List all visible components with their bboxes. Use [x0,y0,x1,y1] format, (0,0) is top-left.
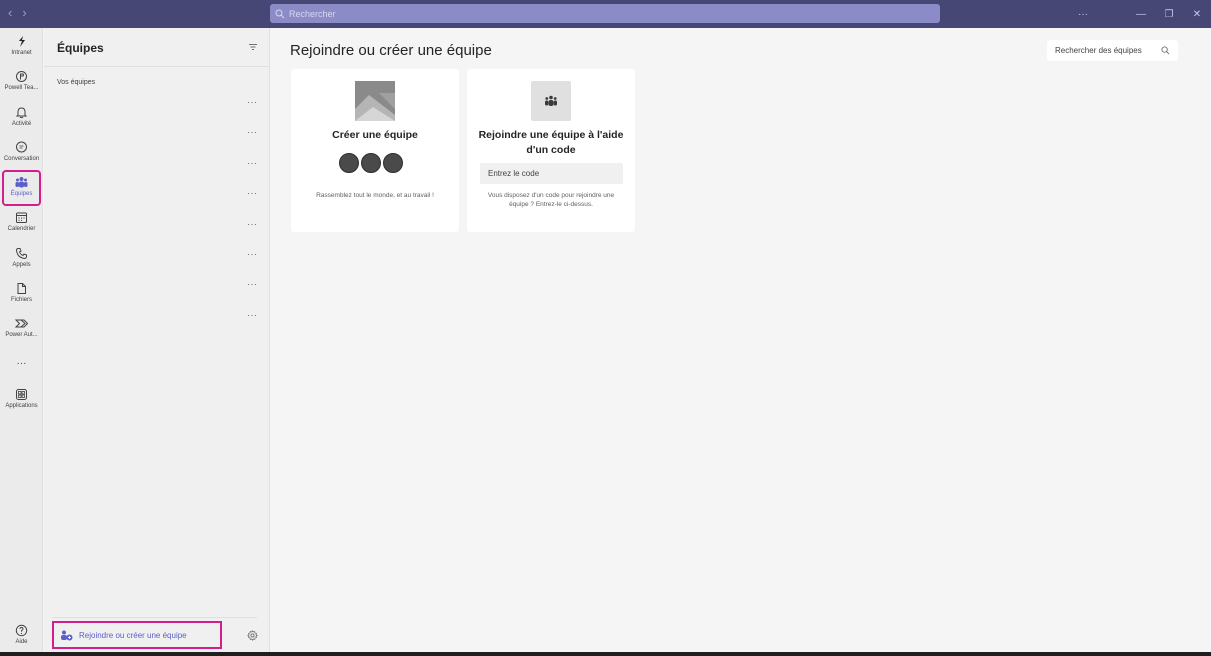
panel-title: Équipes [57,41,104,55]
rail-label: Activité [11,121,32,127]
forward-button[interactable]: › [22,6,26,20]
window-controls: ··· — ❐ ✕ [1069,0,1211,28]
rail-label: Conversation [3,156,40,162]
rail-label: Power Aut... [5,332,38,338]
join-team-card: Rejoindre une équipe à l'aide d'un code … [467,69,635,232]
bell-icon [15,107,28,119]
join-or-create-team-button[interactable]: Rejoindre ou créer une équipe [52,621,222,649]
app-rail: Intranet Powell Tea... Activité Conversa… [0,28,43,652]
window-bottom-edge [0,652,1211,656]
rail-label: Applications [5,403,38,409]
join-button-label: Rejoindre ou créer une équipe [79,630,187,640]
rail-label: Appels [12,262,31,268]
create-team-card[interactable]: Créer une équipe Rassemblez tout le mond… [291,69,459,232]
search-placeholder: Rechercher [289,8,336,19]
team-search-placeholder: Rechercher des équipes [1055,46,1142,55]
rail-item-help[interactable]: Aide [2,622,41,654]
rail-item-power-automate[interactable]: Power Aut... [2,315,41,347]
back-button[interactable]: ‹ [8,6,12,20]
phone-icon [15,248,27,260]
minimize-button[interactable]: — [1127,9,1155,20]
avatar [339,153,359,173]
panel-bottom-divider [52,617,257,618]
rail-label: Équipes [10,191,33,197]
calendar-icon [16,212,27,223]
search-icon [275,9,285,18]
more-options-button[interactable]: ··· [1069,9,1097,20]
add-team-icon [61,630,73,640]
chat-icon [16,141,27,153]
nav-arrows: ‹ › [8,6,27,20]
rail-item-calendar[interactable]: Calendrier [2,209,41,241]
rail-label: Fichiers [10,297,32,303]
search-icon [1161,46,1170,55]
rail-item-more-apps[interactable]: ··· [2,356,41,372]
team-more-button[interactable]: ··· [247,127,258,137]
avatar [361,153,381,173]
panel-divider [44,66,270,67]
rail-item-files[interactable]: Fichiers [2,280,41,312]
team-more-button[interactable]: ··· [247,97,258,107]
gear-icon[interactable] [247,630,258,641]
rail-item-calls[interactable]: Appels [2,245,41,277]
main-content: Rejoindre ou créer une équipe Rechercher… [271,28,1211,652]
powell-teams-icon [16,71,27,82]
your-teams-label: Vos équipes [57,79,96,86]
rail-item-applications[interactable]: Applications [2,386,41,418]
create-team-title: Créer une équipe [332,129,418,141]
team-image-placeholder-icon [355,81,395,121]
team-more-button[interactable]: ··· [247,279,258,289]
filter-icon[interactable] [248,42,258,52]
intranet-logo-icon [19,36,25,47]
team-more-button[interactable]: ··· [247,158,258,168]
teams-panel: Équipes Vos équipes ··· ··· ··· ··· ··· … [44,28,270,652]
join-team-description: Vous disposez d'un code pour rejoindre u… [487,192,615,208]
avatar-group [339,153,403,173]
apps-icon [16,389,27,400]
page-title: Rejoindre ou créer une équipe [290,42,492,59]
title-bar: ‹ › Rechercher ··· — ❐ ✕ [0,0,1211,28]
team-search-input[interactable]: Rechercher des équipes [1047,40,1178,61]
rail-item-intranet[interactable]: Intranet [2,33,41,65]
team-more-button[interactable]: ··· [247,219,258,229]
join-team-image [531,81,571,121]
team-code-input[interactable] [480,163,623,184]
global-search-input[interactable]: Rechercher [270,4,940,23]
rail-item-activity[interactable]: Activité [2,104,41,136]
rail-item-powell-teams[interactable]: Powell Tea... [2,68,41,100]
rail-label: Powell Tea... [4,85,39,91]
join-team-title: Rejoindre une équipe à l'aide d'un code [478,129,624,156]
teams-icon [545,95,557,106]
power-automate-icon [15,319,28,328]
teams-icon [15,177,28,188]
avatar [383,153,403,173]
more-apps-icon: ··· [16,358,27,369]
rail-label: Intranet [11,50,32,56]
team-more-button[interactable]: ··· [247,310,258,320]
rail-label: Aide [15,639,28,645]
team-more-button[interactable]: ··· [247,249,258,259]
rail-label: Calendrier [7,226,36,232]
file-icon [17,283,26,294]
create-team-description: Rassemblez tout le monde, et au travail … [316,192,434,199]
team-more-button[interactable]: ··· [247,188,258,198]
help-icon [15,624,28,637]
rail-item-conversation[interactable]: Conversation [2,139,41,171]
close-button[interactable]: ✕ [1183,9,1211,20]
maximize-button[interactable]: ❐ [1155,9,1183,20]
rail-item-teams[interactable]: Équipes [2,170,41,206]
